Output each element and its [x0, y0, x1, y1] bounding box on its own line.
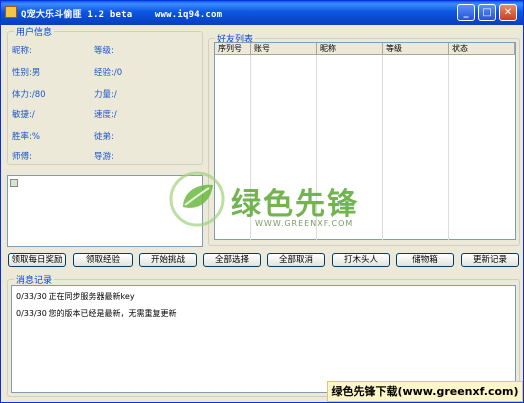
strength-field: 力量:/ [94, 90, 117, 100]
column-header-level[interactable]: 等级 [383, 43, 449, 55]
watermark-logo-text: 绿色先锋 [231, 187, 359, 222]
app-icon [5, 6, 17, 18]
friend-list-header: 序列号 账号 昵称 等级 状态 [215, 43, 515, 55]
guide-field: 导游: [94, 152, 114, 162]
app-window: Q宠大乐斗偷匪 1.2 beta www.iq94.com _ □ ✕ 用户信息… [0, 0, 524, 403]
leaf-logo-icon [169, 171, 225, 227]
user-info-group: 用户信息 昵称: 等级: 性别:男 经验:/0 体力:/80 力量:/ 敏捷:/… [7, 25, 203, 165]
title-bar[interactable]: Q宠大乐斗偷匪 1.2 beta www.iq94.com _ □ ✕ [1, 1, 523, 25]
close-button[interactable]: ✕ [499, 4, 517, 21]
speed-field: 速度:/ [94, 110, 117, 120]
apprentice-field: 徒弟: [94, 132, 114, 142]
maximize-button[interactable]: □ [478, 4, 496, 21]
watermark: 绿色先锋 WWW.GREENXF.COM [169, 171, 369, 241]
select-all-button[interactable]: 全部选择 [203, 253, 261, 267]
start-challenge-button[interactable]: 开始挑战 [139, 253, 197, 267]
download-banner: 绿色先锋下载(www.greenxf.com) [327, 381, 523, 402]
claim-exp-button[interactable]: 领取经验 [73, 253, 133, 267]
claim-daily-reward-button[interactable]: 领取每日奖励 [8, 253, 66, 267]
column-header-status[interactable]: 状态 [449, 43, 515, 55]
update-log-button[interactable]: 更新记录 [461, 253, 519, 267]
column-header-nickname[interactable]: 昵称 [317, 43, 383, 55]
agility-field: 敏捷:/ [12, 110, 35, 120]
gender-field: 性别:男 [12, 68, 41, 78]
column-header-index[interactable]: 序列号 [215, 43, 251, 55]
message-time: 0/33/30 [16, 309, 47, 318]
winrate-field: 胜率:% [12, 132, 40, 142]
message-log-group: 消息记录 0/33/30 正在同步服务器最新key 0/33/30 您的版本已经… [7, 273, 520, 397]
grid-divider [382, 55, 383, 240]
message-line: 0/33/30 正在同步服务器最新key [16, 291, 135, 302]
message-time: 0/33/30 [16, 292, 47, 301]
hit-dummy-button[interactable]: 打木头人 [332, 253, 390, 267]
user-info-title: 用户信息 [14, 25, 55, 38]
column-header-account[interactable]: 账号 [251, 43, 317, 55]
storage-box-button[interactable]: 储物箱 [396, 253, 454, 267]
message-line: 0/33/30 您的版本已经是最新，无需重复更新 [16, 308, 177, 319]
grid-divider [448, 55, 449, 240]
minimize-button[interactable]: _ [457, 4, 475, 21]
broken-image-icon [10, 179, 18, 187]
level-field: 等级: [94, 46, 114, 56]
message-text: 正在同步服务器最新key [48, 292, 135, 301]
deselect-all-button[interactable]: 全部取消 [267, 253, 325, 267]
watermark-url: WWW.GREENXF.COM [255, 219, 354, 228]
master-field: 师傅: [12, 152, 32, 162]
window-title: Q宠大乐斗偷匪 1.2 beta www.iq94.com [21, 10, 223, 20]
stamina-field: 体力:/80 [12, 90, 46, 100]
message-log[interactable]: 0/33/30 正在同步服务器最新key 0/33/30 您的版本已经是最新，无… [11, 285, 516, 393]
exp-field: 经验:/0 [94, 68, 123, 78]
message-text: 您的版本已经是最新，无需重复更新 [48, 309, 177, 318]
nickname-field: 昵称: [12, 46, 32, 56]
